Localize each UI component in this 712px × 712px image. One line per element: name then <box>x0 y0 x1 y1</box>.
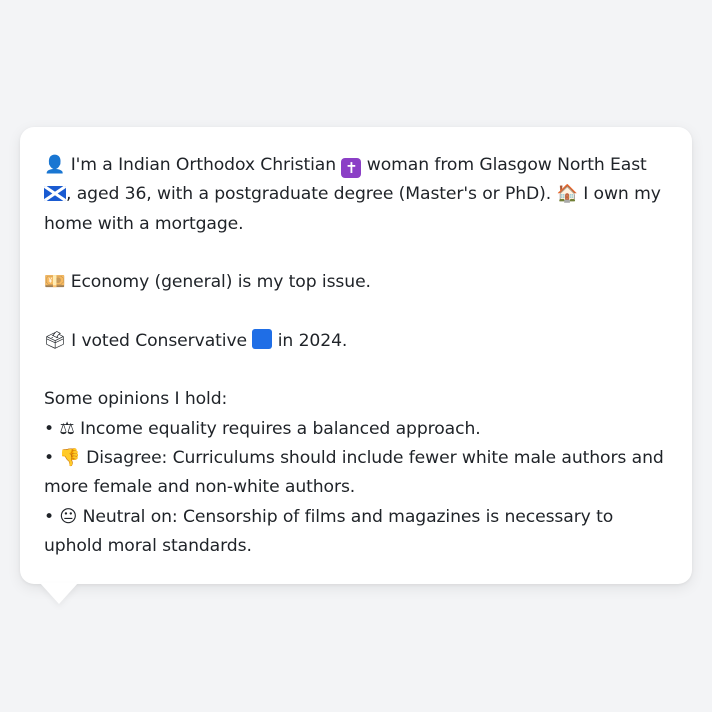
person-icon: 👤 <box>44 155 66 175</box>
scales-icon: ⚖ <box>59 418 75 439</box>
money-icon: 💴 <box>44 272 66 293</box>
opinion-item: • ⚖ Income equality requires a balanced … <box>44 415 668 444</box>
intro-religion-text: I'm a Indian Orthodox Christian <box>70 155 337 175</box>
opinions-header: Some opinions I hold: <box>44 389 228 410</box>
intro-age-text: , aged 36, with a postgraduate degree (M… <box>66 184 552 205</box>
bullet: • <box>44 418 55 439</box>
intro-location-text: woman from Glasgow North East <box>366 155 647 175</box>
persona-card: 👤 I'm a Indian Orthodox Christian ✝ woma… <box>20 127 692 584</box>
bullet: • <box>44 447 55 468</box>
opinion-text: Income equality requires a balanced appr… <box>80 418 481 439</box>
scotland-flag-icon <box>44 186 66 202</box>
vote-year-text: in 2024. <box>277 330 348 351</box>
issue-text: Economy (general) is my top issue. <box>70 272 371 293</box>
vote-paragraph: 🗳 I voted Conservative in 2024. <box>44 327 668 356</box>
thumbs-down-icon: 👎 <box>59 447 81 468</box>
persona-text: 👤 I'm a Indian Orthodox Christian ✝ woma… <box>44 151 668 561</box>
opinion-item: • 😐 Neutral on: Censorship of films and … <box>44 503 668 562</box>
latin-cross-icon: ✝ <box>341 158 362 178</box>
opinion-text: Disagree: Curriculums should include few… <box>44 447 664 498</box>
ballot-box-icon: 🗳 <box>44 330 66 351</box>
issue-paragraph: 💴 Economy (general) is my top issue. <box>44 268 668 297</box>
opinion-item: • 👎 Disagree: Curriculums should include… <box>44 444 668 503</box>
vote-text: I voted Conservative <box>71 330 247 351</box>
opinion-text: Neutral on: Censorship of films and maga… <box>44 506 614 556</box>
blue-square-icon <box>252 328 273 349</box>
bubble-tail <box>40 583 78 604</box>
neutral-face-icon: 😐 <box>59 506 78 527</box>
bullet: • <box>44 506 55 527</box>
house-icon: 🏠 <box>556 184 578 205</box>
intro-paragraph: 👤 I'm a Indian Orthodox Christian ✝ woma… <box>44 151 668 239</box>
